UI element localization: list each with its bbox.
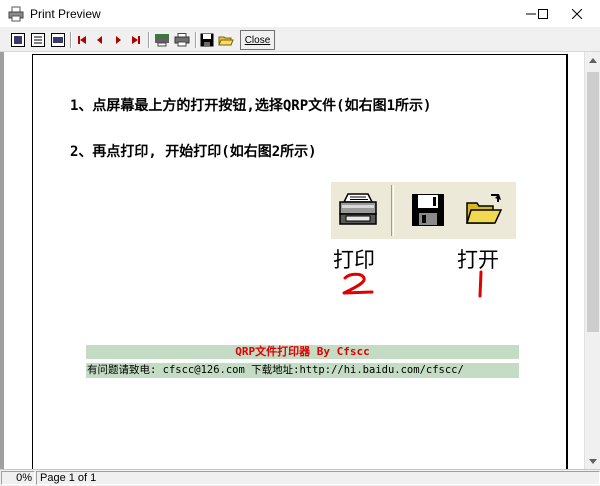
save-icon[interactable] (198, 31, 216, 49)
close-window-button[interactable] (554, 0, 600, 28)
vertical-scrollbar[interactable] (584, 52, 600, 469)
printer-setup-icon[interactable] (153, 31, 171, 49)
toolbar-illustration (331, 182, 516, 239)
status-bar: 0% Page 1 of 1 (0, 470, 600, 486)
zoom-status: 0% (1, 471, 35, 485)
last-page-icon[interactable] (127, 31, 145, 49)
instruction-step-2: 2、再点打印, 开始打印(如右图2所示) (70, 144, 317, 160)
prev-page-icon[interactable] (91, 31, 109, 49)
zoom-fit-icon[interactable] (9, 31, 27, 49)
title-bar: Print Preview (0, 0, 600, 28)
next-page-icon[interactable] (109, 31, 127, 49)
open-folder-icon[interactable] (217, 31, 235, 49)
first-page-icon[interactable] (73, 31, 91, 49)
window-title: Print Preview (30, 7, 101, 21)
footer-contact: 有问题请致电: cfscc@126.com 下载地址:http://hi.bai… (86, 363, 519, 378)
instruction-step-1: 1、点屏幕最上方的打开按钮,选择QRP文件(如右图1所示) (70, 98, 432, 114)
toolbar-separator (195, 32, 197, 48)
annotation-number-2 (340, 272, 376, 299)
open-folder-icon (465, 193, 503, 230)
toolbar: Close (0, 28, 600, 52)
toolbar-separator (391, 185, 394, 236)
print-label: 打印 (333, 248, 375, 272)
zoom-width-icon[interactable] (49, 31, 67, 49)
scrollbar-thumb[interactable] (587, 72, 599, 332)
close-button[interactable]: Close (240, 30, 275, 50)
zoom-100-icon[interactable] (29, 31, 47, 49)
print-icon[interactable] (173, 31, 191, 49)
page-status: Page 1 of 1 (36, 471, 600, 485)
save-icon (411, 193, 445, 230)
printer-app-icon (8, 6, 24, 22)
footer-title: QRP文件打印器 By Cfscc (86, 345, 519, 359)
scroll-up-icon[interactable] (585, 52, 600, 68)
toolbar-separator (70, 32, 72, 48)
scroll-down-icon[interactable] (585, 453, 600, 469)
print-icon (338, 192, 378, 231)
annotation-number-1 (474, 270, 488, 301)
toolbar-separator (148, 32, 150, 48)
